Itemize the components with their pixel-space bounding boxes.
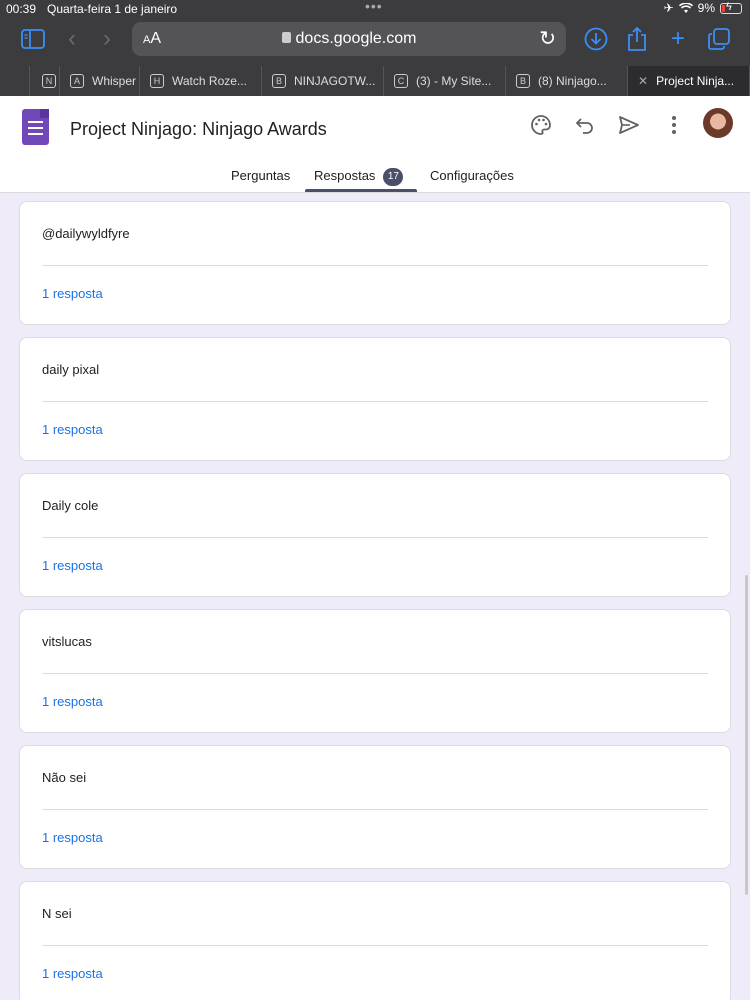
tab-favicon: B [272, 74, 286, 88]
response-card: Daily cole 1 resposta [19, 473, 731, 597]
response-answer: N sei [42, 906, 72, 921]
battery-icon: ϟ [720, 1, 742, 14]
responses-list: @dailywyldfyre 1 resposta daily pixal 1 … [0, 193, 750, 1000]
tab-questions[interactable]: Perguntas [231, 168, 290, 183]
tab-label: Whisper [92, 74, 137, 88]
tab-label: (8) Ninjago... [538, 74, 607, 88]
divider [42, 537, 708, 538]
browser-tab-0[interactable] [0, 66, 30, 96]
scrollbar[interactable] [745, 575, 748, 895]
tab-favicon: C [394, 74, 408, 88]
new-tab-icon[interactable]: + [664, 25, 692, 53]
sidebar-icon[interactable] [19, 25, 47, 53]
address-bar[interactable]: AA docs.google.com ↻ [132, 22, 566, 56]
responses-count-badge: 17 [383, 168, 404, 186]
tab-responses-label: Respostas [314, 168, 376, 183]
divider [42, 265, 708, 266]
response-answer: @dailywyldfyre [42, 226, 130, 241]
url-text[interactable]: docs.google.com [132, 30, 566, 48]
browser-tab-1[interactable]: N [30, 66, 60, 96]
browser-chrome: 00:39 Quarta-feira 1 de janeiro ••• ✈ 9%… [0, 0, 750, 96]
tab-label: Watch Roze... [172, 74, 247, 88]
avatar[interactable] [703, 108, 733, 138]
response-card: Não sei 1 resposta [19, 745, 731, 869]
palette-icon[interactable] [528, 112, 554, 138]
response-count-link[interactable]: 1 resposta [42, 558, 103, 573]
response-answer: Não sei [42, 770, 87, 785]
response-answer: vitslucas [42, 634, 92, 649]
tab-favicon: N [42, 74, 56, 88]
status-indicators: ✈ 9% ϟ [664, 1, 742, 15]
tab-label: Project Ninja... [656, 74, 735, 88]
undo-icon[interactable] [572, 112, 598, 138]
forms-header: Project Ninjago: Ninjago Awards Pergunta… [0, 96, 750, 193]
close-tab-icon[interactable]: ✕ [638, 74, 648, 88]
divider [42, 945, 708, 946]
response-count-link[interactable]: 1 resposta [42, 966, 103, 981]
form-title[interactable]: Project Ninjago: Ninjago Awards [70, 119, 327, 140]
downloads-icon[interactable] [582, 25, 610, 53]
browser-tab-strip: N A Whisper H Watch Roze... B NINJAGOTW... … [0, 66, 750, 96]
status-bar: 00:39 Quarta-feira 1 de janeiro ••• ✈ 9%… [0, 0, 750, 18]
multitasking-dots-icon[interactable]: ••• [365, 0, 383, 14]
response-card: daily pixal 1 resposta [19, 337, 731, 461]
browser-tab-2[interactable]: A Whisper [60, 66, 140, 96]
tab-responses[interactable]: Respostas 17 [314, 168, 404, 187]
browser-tab-4[interactable]: B NINJAGOTW... [262, 66, 384, 96]
response-card: N sei 1 resposta [19, 881, 731, 1000]
back-icon[interactable]: ‹ [58, 25, 86, 53]
google-forms-logo-icon[interactable] [22, 109, 49, 145]
response-card: vitslucas 1 resposta [19, 609, 731, 733]
tab-favicon: H [150, 74, 164, 88]
airplane-icon: ✈ [663, 1, 674, 15]
tab-favicon: B [516, 74, 530, 88]
tabs-overview-icon[interactable] [705, 25, 733, 53]
send-icon[interactable] [616, 112, 642, 138]
browser-tab-active[interactable]: ✕ Project Ninja... [628, 66, 750, 96]
response-count-link[interactable]: 1 resposta [42, 286, 103, 301]
form-tabs: Perguntas Respostas 17 Configurações [0, 162, 750, 193]
share-icon[interactable] [623, 25, 651, 53]
divider [42, 809, 708, 810]
lock-icon [281, 32, 291, 43]
more-options-icon[interactable] [661, 112, 687, 138]
status-time: 00:39 [6, 2, 37, 16]
wifi-icon [678, 2, 693, 13]
browser-tab-6[interactable]: B (8) Ninjago... [506, 66, 628, 96]
battery-percent: 9% [697, 1, 715, 15]
response-count-link[interactable]: 1 resposta [42, 422, 103, 437]
browser-toolbar: ‹ › AA docs.google.com ↻ + [0, 18, 750, 62]
response-answer: Daily cole [42, 498, 99, 513]
response-count-link[interactable]: 1 resposta [42, 830, 103, 845]
divider [42, 673, 708, 674]
divider [42, 401, 708, 402]
response-card: @dailywyldfyre 1 resposta [19, 201, 731, 325]
response-answer: daily pixal [42, 362, 100, 377]
forward-icon[interactable]: › [93, 25, 121, 53]
active-tab-indicator [305, 189, 417, 192]
status-date: Quarta-feira 1 de janeiro [47, 2, 178, 16]
tab-favicon: A [70, 74, 84, 88]
response-count-link[interactable]: 1 resposta [42, 694, 103, 709]
reload-icon[interactable]: ↻ [539, 26, 556, 51]
browser-tab-3[interactable]: H Watch Roze... [140, 66, 262, 96]
browser-tab-5[interactable]: C (3) - My Site... [384, 66, 506, 96]
tab-settings[interactable]: Configurações [430, 168, 514, 183]
tab-label: NINJAGOTW... [294, 74, 376, 88]
tab-label: (3) - My Site... [416, 74, 492, 88]
